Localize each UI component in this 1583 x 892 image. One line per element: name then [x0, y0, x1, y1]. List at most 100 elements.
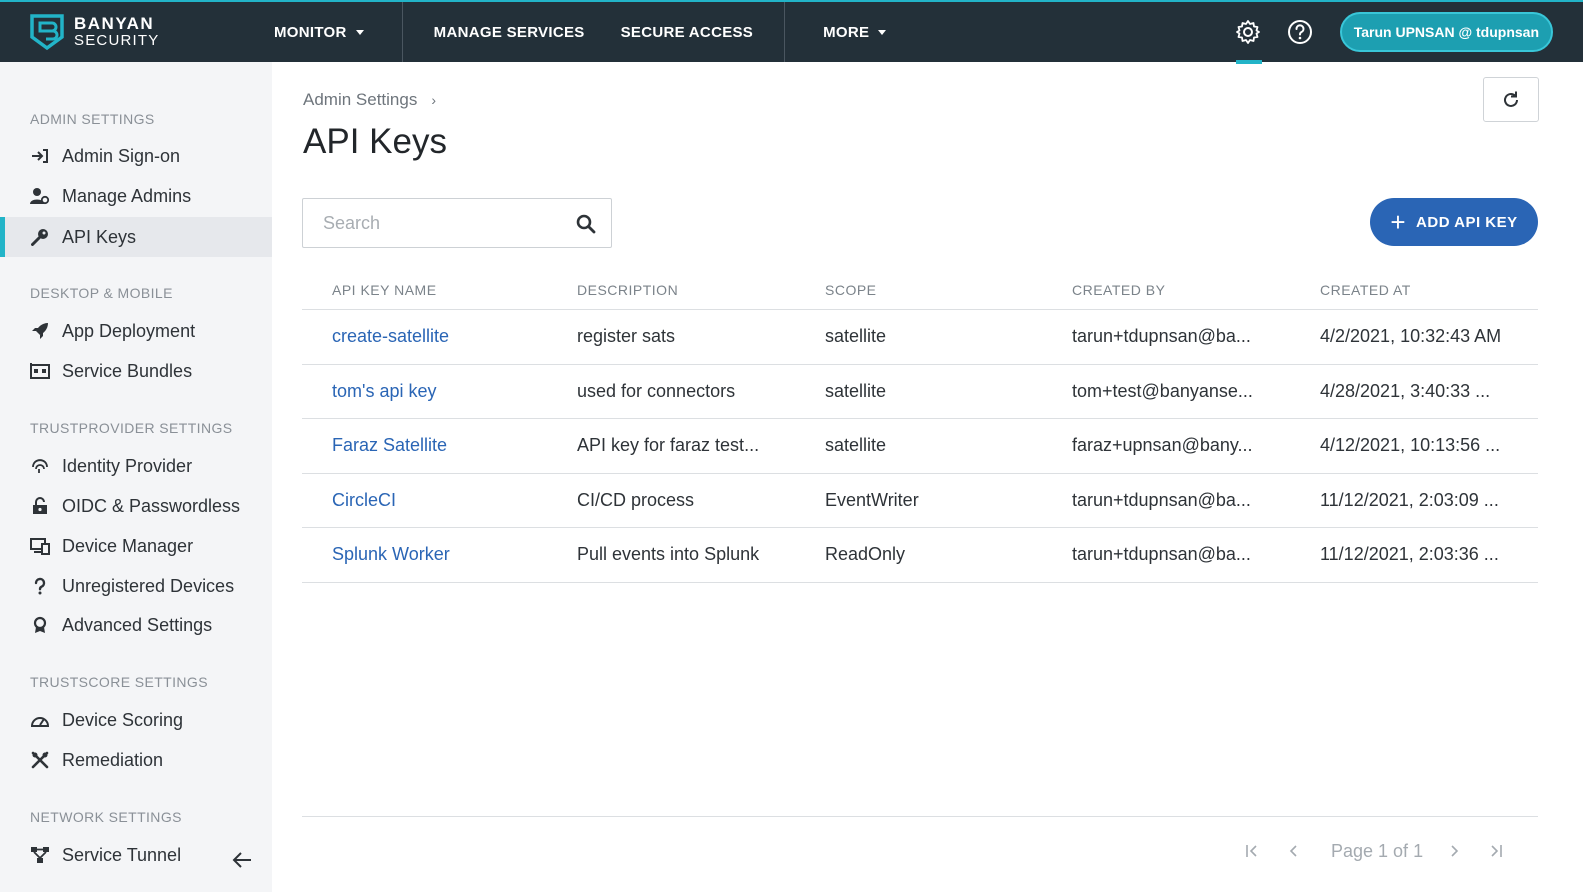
sidebar-item-oidc-passwordless[interactable]: OIDC & Passwordless — [0, 486, 272, 526]
table-row[interactable]: tom's api key used for connectors satell… — [302, 365, 1538, 419]
caret-down-icon — [878, 29, 887, 35]
help-question-icon — [1287, 20, 1312, 44]
column-header-description[interactable]: DESCRIPTION — [577, 282, 825, 298]
sidebar-item-remediation[interactable]: Remediation — [0, 740, 272, 780]
admins-icon — [30, 186, 50, 206]
bundle-icon — [30, 361, 50, 381]
breadcrumb-admin-settings[interactable]: Admin Settings — [303, 90, 417, 110]
nav-more-label: MORE — [823, 23, 870, 41]
add-api-key-label: ADD API KEY — [1416, 213, 1518, 231]
sidebar: ADMIN SETTINGS Admin Sign-on Manage Admi… — [0, 62, 272, 892]
sidebar-item-label: OIDC & Passwordless — [62, 495, 241, 516]
settings-gear-button[interactable] — [1222, 2, 1274, 64]
cell-created-at: 4/28/2021, 3:40:33 ... — [1320, 380, 1491, 401]
chevron-left-icon — [1289, 845, 1297, 857]
nav-monitor[interactable]: MONITOR — [258, 2, 402, 62]
search-box — [302, 198, 612, 248]
cell-description: register sats — [577, 326, 676, 347]
cell-description: CI/CD process — [577, 489, 695, 510]
sidebar-item-label: Device Manager — [62, 535, 194, 556]
table-row[interactable]: CircleCI CI/CD process EventWriter tarun… — [302, 474, 1538, 528]
nav-more[interactable]: MORE — [785, 2, 904, 62]
section-trustprovider-settings: TRUSTPROVIDER SETTINGS — [30, 420, 233, 436]
column-header-scope[interactable]: SCOPE — [825, 282, 1072, 298]
nav-secure-access[interactable]: SECURE ACCESS — [603, 2, 785, 62]
page-title: API Keys — [303, 122, 447, 161]
nav-manage-services-label: MANAGE SERVICES — [433, 23, 585, 41]
table-row[interactable]: create-satellite register sats satellite… — [302, 310, 1538, 365]
key-icon — [30, 227, 50, 247]
sidebar-item-manage-admins[interactable]: Manage Admins — [0, 176, 272, 216]
sidebar-item-app-deployment[interactable]: App Deployment — [0, 311, 272, 351]
column-header-created-by[interactable]: CREATED BY — [1072, 282, 1320, 298]
tools-icon — [30, 750, 50, 770]
table-row[interactable]: Faraz Satellite API key for faraz test..… — [302, 419, 1538, 474]
sidebar-item-label: Advanced Settings — [62, 614, 213, 635]
sign-in-icon — [30, 146, 50, 166]
caret-down-icon — [355, 29, 364, 35]
breadcrumb: Admin Settings › — [303, 90, 436, 110]
api-key-name-link[interactable]: tom's api key — [302, 381, 577, 402]
sidebar-item-label: Unregistered Devices — [62, 575, 235, 596]
brand-line1: BANYAN — [74, 14, 155, 33]
badge-icon — [30, 615, 50, 635]
sidebar-item-service-bundles[interactable]: Service Bundles — [0, 351, 272, 391]
sidebar-item-device-scoring[interactable]: Device Scoring — [0, 700, 272, 740]
sidebar-item-api-keys[interactable]: API Keys — [0, 217, 272, 257]
help-button[interactable] — [1274, 2, 1326, 62]
sidebar-item-label: API Keys — [62, 226, 137, 247]
cell-created-by: tarun+tdupnsan@ba... — [1072, 489, 1251, 510]
fingerprint-icon — [30, 456, 50, 476]
api-key-name-link[interactable]: Faraz Satellite — [302, 435, 577, 456]
sidebar-item-device-manager[interactable]: Device Manager — [0, 526, 272, 566]
banyan-logo[interactable]: BANYAN SECURITY — [28, 13, 258, 51]
sidebar-item-label: Identity Provider — [62, 455, 193, 476]
previous-page-button[interactable] — [1277, 843, 1311, 859]
column-header-created-at[interactable]: CREATED AT — [1320, 282, 1538, 298]
cell-description: API key for faraz test... — [577, 435, 760, 456]
cell-created-at: 11/12/2021, 2:03:09 ... — [1320, 489, 1499, 510]
cell-description: Pull events into Splunk — [577, 544, 760, 565]
page-indicator: Page 1 of 1 — [1331, 840, 1424, 861]
sidebar-item-label: Remediation — [62, 749, 164, 770]
column-header-api-key-name[interactable]: API KEY NAME — [302, 282, 577, 298]
network-icon — [30, 845, 50, 865]
refresh-button[interactable] — [1483, 77, 1539, 122]
chevron-right-icon — [1451, 845, 1459, 857]
last-page-button[interactable] — [1479, 843, 1513, 859]
first-page-button[interactable] — [1235, 843, 1269, 859]
sidebar-item-unregistered-devices[interactable]: Unregistered Devices — [0, 566, 272, 606]
search-input[interactable] — [303, 212, 563, 234]
cell-scope: satellite — [825, 326, 887, 347]
next-page-button[interactable] — [1437, 843, 1471, 859]
refresh-icon — [1504, 91, 1518, 107]
first-page-icon — [1246, 845, 1257, 857]
user-account-button[interactable]: Tarun UPNSAN @ tdupnsan — [1339, 12, 1553, 52]
cell-scope: ReadOnly — [825, 544, 906, 565]
search-icon[interactable] — [575, 213, 597, 235]
footer-divider — [302, 816, 1538, 817]
sidebar-item-admin-sign-on[interactable]: Admin Sign-on — [0, 136, 272, 176]
cell-scope: satellite — [825, 435, 887, 456]
main-nav: MONITOR MANAGE SERVICES SECURE ACCESS MO… — [258, 2, 904, 62]
nav-manage-services[interactable]: MANAGE SERVICES — [403, 2, 603, 62]
cell-scope: EventWriter — [825, 489, 919, 510]
sidebar-item-label: App Deployment — [62, 320, 196, 341]
api-key-name-link[interactable]: create-satellite — [302, 326, 577, 347]
table-row[interactable]: Splunk Worker Pull events into Splunk Re… — [302, 528, 1538, 583]
plus-icon: + — [1390, 207, 1407, 237]
section-network-settings: NETWORK SETTINGS — [30, 809, 182, 825]
top-navbar: BANYAN SECURITY MONITOR MANAGE SERVICES … — [0, 0, 1583, 64]
section-admin-settings: ADMIN SETTINGS — [30, 111, 155, 127]
sidebar-item-advanced-settings[interactable]: Advanced Settings — [0, 605, 272, 645]
question-icon — [30, 576, 50, 596]
api-key-name-link[interactable]: Splunk Worker — [302, 544, 577, 565]
sidebar-item-label: Admin Sign-on — [62, 145, 181, 166]
collapse-sidebar-arrow-icon[interactable] — [230, 848, 254, 872]
sidebar-item-identity-provider[interactable]: Identity Provider — [0, 446, 272, 486]
cell-created-by: faraz+upnsan@bany... — [1072, 435, 1253, 456]
add-api-key-button[interactable]: + ADD API KEY — [1370, 198, 1538, 246]
cell-created-by: tom+test@banyanse... — [1072, 380, 1253, 401]
devices-icon — [30, 536, 50, 556]
api-key-name-link[interactable]: CircleCI — [302, 490, 577, 511]
